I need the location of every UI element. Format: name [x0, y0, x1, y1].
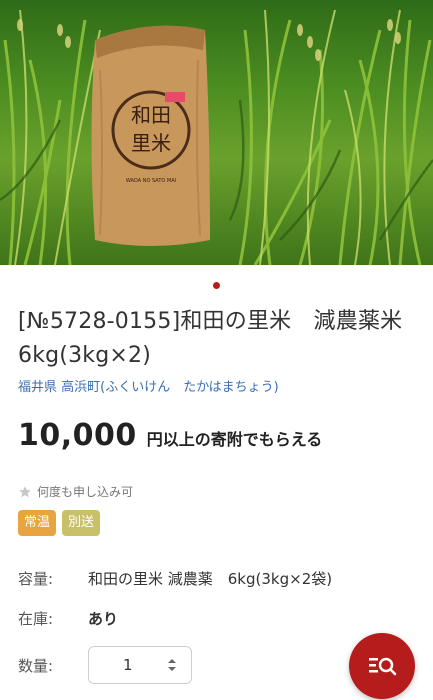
capacity-value: 和田の里米 減農薬 6kg(3kg×2袋) — [88, 570, 333, 588]
rice-bag-illustration: 和田 里米 WADA NO SATO MAI — [91, 25, 210, 246]
star-icon — [19, 485, 31, 497]
spec-stock: 在庫: あり — [18, 608, 118, 629]
search-list-icon — [369, 657, 397, 676]
quantity-label: 数量: — [18, 656, 54, 675]
stepper-arrows-icon — [168, 659, 176, 671]
spec-quantity: 数量: 1 — [18, 646, 192, 684]
search-fab-button[interactable] — [349, 633, 415, 699]
price-suffix: 円以上の寄附でもらえる — [146, 430, 323, 449]
stock-value: あり — [88, 610, 119, 628]
quantity-select[interactable]: 1 — [88, 646, 192, 684]
product-image[interactable]: 和田 里米 WADA NO SATO MAI — [0, 0, 433, 265]
repeat-application-note: 何度も申し込み可 — [18, 483, 133, 500]
badge-group: 常温 別送 — [18, 510, 101, 536]
price-row: 10,000 円以上の寄附でもらえる — [18, 418, 322, 453]
carousel-dots[interactable] — [0, 282, 433, 289]
svg-text:WADA NO SATO MAI: WADA NO SATO MAI — [126, 178, 176, 184]
badge-separate-shipping: 別送 — [62, 510, 101, 536]
capacity-label: 容量: — [18, 570, 54, 588]
quantity-value: 1 — [123, 656, 133, 674]
svg-text:和田: 和田 — [131, 103, 171, 127]
stock-label: 在庫: — [18, 610, 54, 628]
carousel-dot-active[interactable] — [213, 282, 220, 289]
repeat-label: 何度も申し込み可 — [37, 485, 134, 499]
region-link[interactable]: 福井県 高浜町(ふくいけん たかはまちょう) — [18, 376, 279, 395]
badge-room-temperature: 常温 — [18, 510, 57, 536]
svg-text:里米: 里米 — [131, 131, 171, 155]
spec-capacity: 容量: 和田の里米 減農薬 6kg(3kg×2袋) — [18, 568, 332, 589]
product-title: [№5728-0155]和田の里米 減農薬米 6kg(3kg×2) — [18, 309, 425, 368]
price-amount: 10,000 — [18, 418, 137, 453]
